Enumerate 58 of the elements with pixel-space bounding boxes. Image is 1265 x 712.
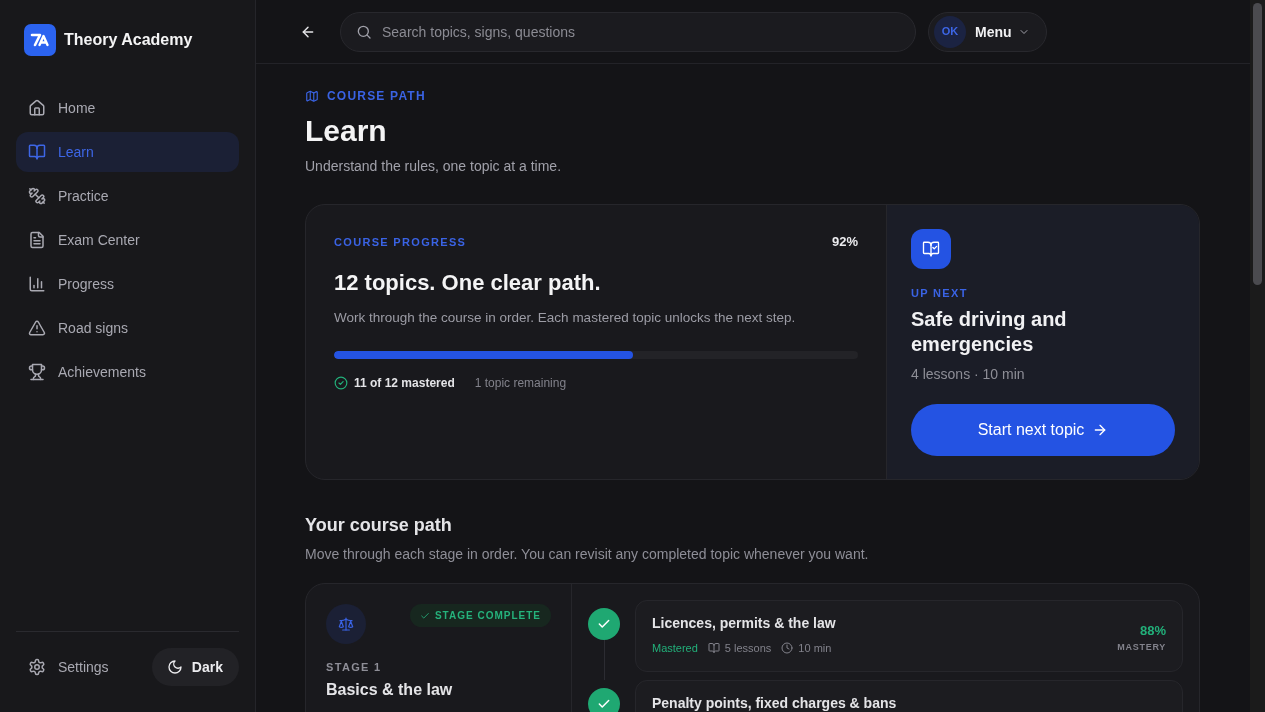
remaining-count: 1 topic remaining bbox=[474, 375, 567, 391]
page-title: Learn bbox=[305, 113, 388, 149]
section-subtitle: Move through each stage in order. You can revisit any completed topic whenever you want. bbox=[305, 545, 870, 564]
brand-name: Theory Academy bbox=[64, 30, 193, 50]
nav-item[interactable]: Road signs bbox=[16, 308, 239, 348]
search-icon bbox=[356, 23, 372, 40]
topic-title: Penalty points, fixed charges & bans bbox=[652, 695, 897, 711]
book-check-icon bbox=[911, 229, 951, 269]
settings-icon bbox=[28, 658, 46, 676]
card-title: 12 topics. One clear path. bbox=[334, 269, 602, 297]
nav-item[interactable]: Achievements bbox=[16, 352, 239, 392]
up-next-title: Safe driving and emergencies bbox=[911, 307, 1068, 357]
moon-icon bbox=[166, 659, 183, 675]
check-circle-icon bbox=[334, 376, 348, 390]
topic-card[interactable]: Licences, permits & the law Mastered 5 lessons 10 min 88% MASTERY bbox=[635, 600, 1183, 672]
settings-button[interactable]: Settings bbox=[16, 648, 121, 686]
home-icon bbox=[28, 99, 46, 117]
stage-label: STAGE 1 bbox=[326, 660, 383, 675]
mastered-count: 11 of 12 mastered bbox=[354, 375, 455, 391]
section-title: Your course path bbox=[305, 514, 453, 537]
topic-status: Mastered bbox=[652, 641, 698, 656]
check-icon bbox=[419, 610, 430, 621]
card-description: Work through the course in order. Each mastered topic unlocks the next step. bbox=[334, 309, 797, 327]
nav-item[interactable]: Progress bbox=[16, 264, 239, 304]
section-eyebrow: COURSE PATH bbox=[327, 88, 426, 104]
card-eyebrow: COURSE PROGRESS bbox=[334, 235, 467, 250]
clock-icon bbox=[781, 642, 794, 654]
warning-triangle-icon bbox=[28, 319, 46, 337]
stage-status-text: STAGE COMPLETE bbox=[434, 609, 541, 622]
theme-toggle-button[interactable]: Dark bbox=[151, 648, 239, 686]
map-icon bbox=[305, 89, 319, 103]
topic-card[interactable]: Penalty points, fixed charges & bans bbox=[635, 680, 1183, 712]
scale-icon bbox=[326, 604, 366, 644]
lesson-count: 5 lessons bbox=[724, 641, 772, 656]
card-eyebrow: UP NEXT bbox=[911, 286, 969, 301]
page-subtitle: Understand the rules, one topic at a time. bbox=[305, 157, 563, 176]
stage-title: Basics & the law bbox=[326, 680, 454, 700]
search-field[interactable]: Search topics, signs, questions bbox=[340, 11, 916, 52]
open-book-icon bbox=[707, 642, 720, 654]
mastery-label: MASTERY bbox=[1117, 641, 1166, 653]
mastery-percent: 88% bbox=[1139, 623, 1166, 639]
dumbbell-icon bbox=[28, 187, 46, 205]
logo-icon bbox=[24, 24, 56, 56]
topic-duration: 10 min bbox=[798, 641, 832, 656]
open-book-icon bbox=[28, 143, 46, 161]
avatar-initials: OK bbox=[934, 15, 966, 48]
nav-item[interactable]: Home bbox=[16, 88, 239, 128]
trophy-icon bbox=[28, 363, 46, 381]
start-next-topic-button[interactable]: Start next topic bbox=[911, 404, 1175, 456]
bar-chart-icon bbox=[28, 275, 46, 293]
document-icon bbox=[28, 231, 46, 249]
topic-title: Licences, permits & the law bbox=[652, 615, 836, 631]
scrollbar-thumb[interactable] bbox=[1253, 3, 1262, 285]
account-menu-button[interactable]: OK Menu bbox=[928, 11, 1047, 52]
progress-percent: 92% bbox=[831, 234, 858, 250]
nav-item[interactable]: Exam Center bbox=[16, 220, 239, 260]
nav-item[interactable]: Practice bbox=[16, 176, 239, 216]
up-next-meta: 4 lessons · 10 min bbox=[911, 365, 1026, 384]
